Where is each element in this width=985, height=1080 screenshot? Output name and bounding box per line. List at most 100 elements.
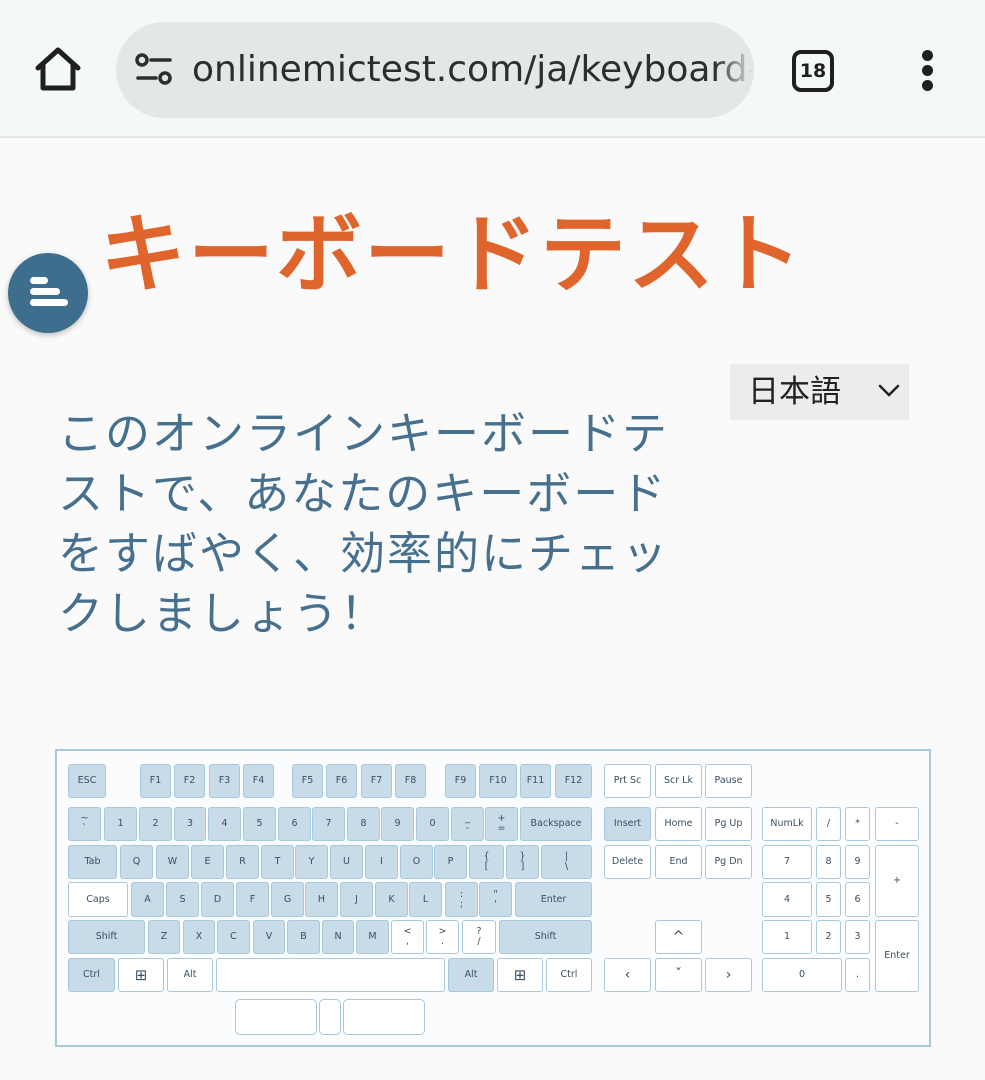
key-4: 4	[208, 807, 241, 841]
key-o: O	[400, 845, 433, 879]
key-symbol	[216, 958, 445, 992]
key-shift: Shift	[499, 920, 592, 954]
key-d: D	[201, 882, 234, 917]
key-symbol: ⊞	[118, 958, 164, 992]
key-1: 1	[762, 920, 812, 954]
key-k: K	[375, 882, 408, 917]
intro-text: このオンラインキーボードテストで、あなたのキーボードをすばやく、効率的にチェック…	[58, 407, 670, 640]
key-ctrl: Ctrl	[68, 958, 115, 992]
key-delete: Delete	[604, 845, 651, 879]
key-symbol: ⊞	[497, 958, 543, 992]
url-text[interactable]: onlinemictest.com/ja/keyboard-test/	[192, 46, 752, 94]
key-f9: F9	[445, 764, 476, 798]
language-select[interactable]: 日本語	[730, 364, 909, 420]
key-symbol: +	[875, 845, 919, 917]
key-insert: Insert	[604, 807, 651, 841]
key-symbol: } ]	[506, 845, 539, 879]
key-z: Z	[148, 920, 180, 954]
key-w: W	[156, 845, 189, 879]
key-5: 5	[816, 882, 841, 917]
key-2: 2	[816, 920, 841, 954]
key-f4: F4	[243, 764, 274, 798]
key-symbol: _ -	[451, 807, 484, 841]
key-symbol: < ,	[391, 920, 424, 954]
key-6: 6	[845, 882, 870, 917]
key-symbol: ? /	[462, 920, 496, 954]
key-f3: F3	[209, 764, 240, 798]
key-q: Q	[120, 845, 153, 879]
key-f: F	[236, 882, 269, 917]
key-pg-up: Pg Up	[705, 807, 752, 841]
key-f12: F12	[555, 764, 592, 798]
key-y: Y	[295, 845, 328, 879]
key-f1: F1	[140, 764, 171, 798]
key-end: End	[655, 845, 702, 879]
key-3: 3	[845, 920, 870, 954]
key-i: I	[365, 845, 398, 879]
key-c: C	[217, 920, 250, 954]
key-f2: F2	[174, 764, 205, 798]
site-settings-icon[interactable]	[134, 50, 174, 90]
key-f5: F5	[292, 764, 323, 798]
key-prt-sc: Prt Sc	[604, 764, 651, 798]
key-8: 8	[816, 845, 841, 879]
chevron-down-icon	[878, 384, 900, 397]
touchpad-left-button	[235, 999, 317, 1035]
key-7: 7	[762, 845, 812, 879]
key-symbol: " '	[479, 882, 512, 917]
key-n: N	[322, 920, 354, 954]
key-symbol: *	[845, 807, 870, 841]
key-x: X	[183, 920, 215, 954]
key-f8: F8	[395, 764, 426, 798]
key-7: 7	[312, 807, 345, 841]
key-1: 1	[104, 807, 137, 841]
key-m: M	[356, 920, 389, 954]
key-numlk: NumLk	[762, 807, 812, 841]
key-g: G	[271, 882, 304, 917]
key-symbol: ˇ	[655, 958, 702, 992]
key-j: J	[340, 882, 373, 917]
key-2: 2	[139, 807, 172, 841]
key-e: E	[191, 845, 224, 879]
key-backspace: Backspace	[520, 807, 592, 841]
key-a: A	[131, 882, 164, 917]
address-bar[interactable]: onlinemictest.com/ja/keyboard-test/	[116, 22, 754, 118]
key-p: P	[434, 845, 467, 879]
table-of-contents-button[interactable]	[8, 253, 88, 333]
key-9: 9	[845, 845, 870, 879]
key-f6: F6	[326, 764, 357, 798]
key-esc: ESC	[68, 764, 106, 798]
more-menu-icon[interactable]	[912, 48, 944, 94]
key-ctrl: Ctrl	[546, 958, 592, 992]
key-f10: F10	[479, 764, 517, 798]
key-0: 0	[416, 807, 449, 841]
key-symbol: > .	[426, 920, 459, 954]
key-f11: F11	[520, 764, 551, 798]
key-tab: Tab	[68, 845, 117, 879]
key-enter: Enter	[875, 920, 919, 992]
key-symbol: -	[875, 807, 919, 841]
key-pg-dn: Pg Dn	[705, 845, 752, 879]
virtual-keyboard: ESC F1 F2 F3 F4 F5 F6 F7 F8 F9 F10 F11 F12 Prt Sc Scr …	[55, 749, 931, 1047]
key-symbol: .	[845, 958, 870, 992]
key-home: Home	[655, 807, 702, 841]
touchpad-middle-button	[319, 999, 341, 1035]
key-0: 0	[762, 958, 842, 992]
key-r: R	[226, 845, 259, 879]
key-f7: F7	[361, 764, 392, 798]
home-icon[interactable]	[32, 44, 84, 96]
touchpad-right-button	[343, 999, 425, 1035]
key-l: L	[409, 882, 442, 917]
url-fade	[714, 22, 754, 118]
key-symbol: { [	[469, 845, 504, 879]
key-6: 6	[278, 807, 311, 841]
key-8: 8	[347, 807, 380, 841]
key-9: 9	[381, 807, 414, 841]
key-s: S	[166, 882, 199, 917]
browser-toolbar: onlinemictest.com/ja/keyboard-test/ 18	[0, 0, 985, 138]
key-h: H	[305, 882, 338, 917]
key-symbol: ^	[655, 920, 702, 954]
tab-switcher-button[interactable]: 18	[792, 50, 834, 92]
key-alt: Alt	[167, 958, 213, 992]
key-symbol: ‹	[604, 958, 651, 992]
